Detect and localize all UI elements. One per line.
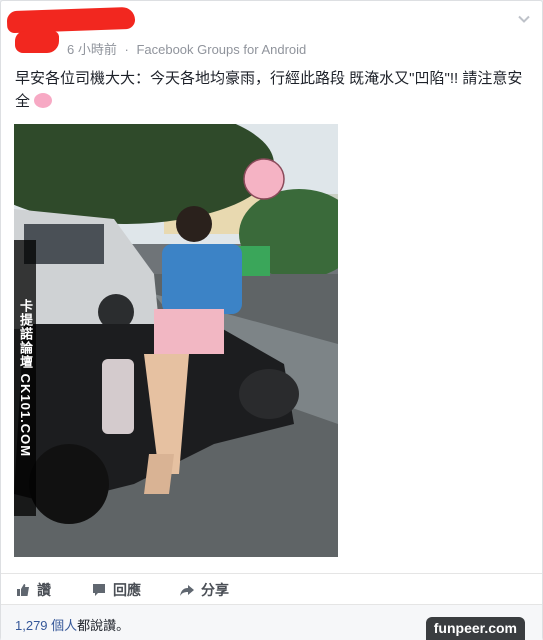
post-source[interactable]: Facebook Groups for Android	[136, 42, 306, 57]
image-watermark: 卡提諾論壇 CK101.COM	[14, 240, 36, 516]
post-message: 早安各位司機大大：今天各地均豪雨，行經此路段 既淹水又"凹陷"!! 請注意安全	[15, 67, 531, 113]
post-meta: 6 小時前 · Facebook Groups for Android	[67, 39, 306, 58]
pig-emoji-icon	[34, 93, 53, 108]
likes-unit[interactable]: 個人	[48, 618, 77, 633]
chevron-down-icon[interactable]	[516, 11, 532, 27]
photo-illustration	[14, 124, 338, 557]
comment-label: 回應	[113, 582, 141, 598]
likes-suffix: 都說讚。	[77, 618, 130, 633]
post-card: 6 小時前 · Facebook Groups for Android 早安各位…	[0, 0, 543, 640]
post-action-bar: 讚 回應 分享	[1, 573, 542, 602]
share-icon	[180, 585, 194, 596]
redacted-author-name	[6, 6, 136, 34]
share-button[interactable]: 分享	[179, 580, 229, 600]
comment-button[interactable]: 回應	[91, 580, 141, 600]
share-label: 分享	[201, 582, 229, 598]
meta-separator: ·	[124, 42, 129, 57]
funpeer-watermark: funpeer.com	[425, 617, 525, 640]
like-button[interactable]: 讚	[15, 580, 51, 600]
thumbs-up-icon	[17, 584, 29, 596]
redacted-author-name-tail	[15, 31, 59, 53]
post-timestamp[interactable]: 6 小時前	[67, 42, 117, 57]
comment-icon	[93, 584, 105, 596]
like-label: 讚	[37, 582, 51, 598]
post-photo[interactable]: 卡提諾論壇 CK101.COM	[14, 124, 338, 557]
likes-count[interactable]: 1,279	[15, 618, 48, 633]
post-message-text: 早安各位司機大大：今天各地均豪雨，行經此路段 既淹水又"凹陷"!! 請注意安全	[15, 70, 523, 110]
